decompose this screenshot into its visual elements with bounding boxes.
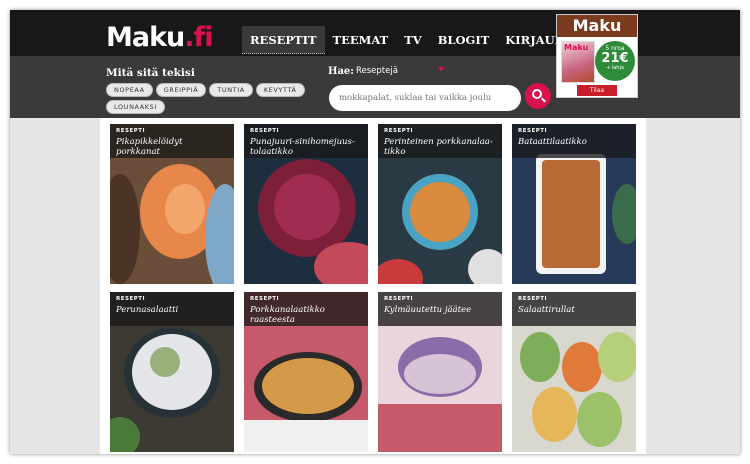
recipe-card[interactable]: RESEPTI Salaattirullat xyxy=(512,292,636,452)
recipe-card[interactable]: RESEPTI Perunasalaatti xyxy=(110,292,234,452)
tag-nopeaa[interactable]: NOPEAA xyxy=(106,83,153,97)
nav-item-teemat[interactable]: TEEMAT xyxy=(325,26,397,54)
recipe-card[interactable]: RESEPTI Porkkanalaatikko raasteesta xyxy=(244,292,368,452)
card-title: Punajuuri-sinihomejuus-tolaatikko xyxy=(250,137,355,157)
main-nav: RESEPTIT TEEMAT TV BLOGIT KIRJAUDU xyxy=(242,26,583,54)
card-title: Bataattilaatikko xyxy=(518,137,587,147)
card-title: Salaattirullat xyxy=(518,305,575,315)
search-input[interactable] xyxy=(329,85,521,111)
card-tag: RESEPTI xyxy=(250,296,280,302)
card-title: Perinteinen porkkanalaa-tikko xyxy=(384,137,493,157)
card-tag: RESEPTI xyxy=(384,296,414,302)
filter-heading: Mitä sitä tekisi xyxy=(106,67,195,79)
card-label: RESEPTI Perinteinen porkkanalaa-tikko xyxy=(378,124,502,158)
card-tag: RESEPTI xyxy=(250,128,280,134)
chevron-down-icon[interactable] xyxy=(438,67,444,72)
recipe-grid: RESEPTI Pikapikkelöidyt porkkanat RESEPT… xyxy=(100,118,646,454)
order-button[interactable]: Tilaa xyxy=(577,85,617,96)
magazine-cover-image: Maku xyxy=(561,41,595,83)
browser-frame: Maku.fi RESEPTIT TEEMAT TV BLOGIT KIRJAU… xyxy=(10,10,740,454)
card-title: Porkkanalaatikko raasteesta xyxy=(250,305,325,325)
nav-item-blogit[interactable]: BLOGIT xyxy=(430,26,498,54)
search-button[interactable] xyxy=(525,83,551,109)
search-label: Hae: xyxy=(328,66,354,77)
recipe-card[interactable]: RESEPTI Punajuuri-sinihomejuus-tolaatikk… xyxy=(244,124,368,284)
card-tag: RESEPTI xyxy=(518,296,548,302)
tag-tuntia[interactable]: TUNTIA xyxy=(209,83,253,97)
card-label: RESEPTI Kylmäuutettu jäätee xyxy=(378,292,502,326)
recipe-card[interactable]: RESEPTI Bataattilaatikko xyxy=(512,124,636,284)
card-label: RESEPTI Pikapikkelöidyt porkkanat xyxy=(110,124,234,158)
card-label: RESEPTI Salaattirullat xyxy=(512,292,636,326)
recipe-card[interactable]: RESEPTI Pikapikkelöidyt porkkanat xyxy=(110,124,234,284)
card-tag: RESEPTI xyxy=(116,128,146,134)
card-tag: RESEPTI xyxy=(384,128,414,134)
card-title: Kylmäuutettu jäätee xyxy=(384,305,472,315)
nav-item-tv[interactable]: TV xyxy=(396,26,429,54)
tag-greippia[interactable]: GREIPPIÄ xyxy=(155,83,207,97)
search-category-select[interactable]: Reseptejä xyxy=(356,66,398,76)
site-logo[interactable]: Maku.fi xyxy=(106,22,214,53)
card-label: RESEPTI Punajuuri-sinihomejuus-tolaatikk… xyxy=(244,124,368,158)
nav-item-reseptit[interactable]: RESEPTIT xyxy=(242,26,325,54)
badge-price: 21€ xyxy=(601,51,629,66)
card-tag: RESEPTI xyxy=(518,128,548,134)
subscription-ad[interactable]: Maku Maku 5 nroa 21€ + lahja Tilaa xyxy=(556,14,638,98)
logo-text: Maku xyxy=(106,22,185,53)
search-icon-handle xyxy=(541,97,546,103)
ad-brand: Maku xyxy=(557,15,637,37)
magazine-brand: Maku xyxy=(564,43,589,52)
recipe-card[interactable]: RESEPTI Kylmäuutettu jäätee xyxy=(378,292,502,452)
logo-domain: .fi xyxy=(184,22,213,53)
card-label: RESEPTI Bataattilaatikko xyxy=(512,124,636,158)
recipe-card[interactable]: RESEPTI Perinteinen porkkanalaa-tikko xyxy=(378,124,502,284)
tag-kevytta[interactable]: KEVYTTÄ xyxy=(255,83,305,97)
price-badge: 5 nroa 21€ + lahja xyxy=(595,41,635,81)
quick-filter-tags: NOPEAA GREIPPIÄ TUNTIA KEVYTTÄ LOUNAAKSI xyxy=(106,83,306,114)
tag-lounaaksi[interactable]: LOUNAAKSI xyxy=(106,100,165,114)
card-tag: RESEPTI xyxy=(116,296,146,302)
card-title: Perunasalaatti xyxy=(116,305,179,315)
card-label: RESEPTI Perunasalaatti xyxy=(110,292,234,326)
card-label: RESEPTI Porkkanalaatikko raasteesta xyxy=(244,292,368,326)
card-title: Pikapikkelöidyt porkkanat xyxy=(116,137,183,157)
